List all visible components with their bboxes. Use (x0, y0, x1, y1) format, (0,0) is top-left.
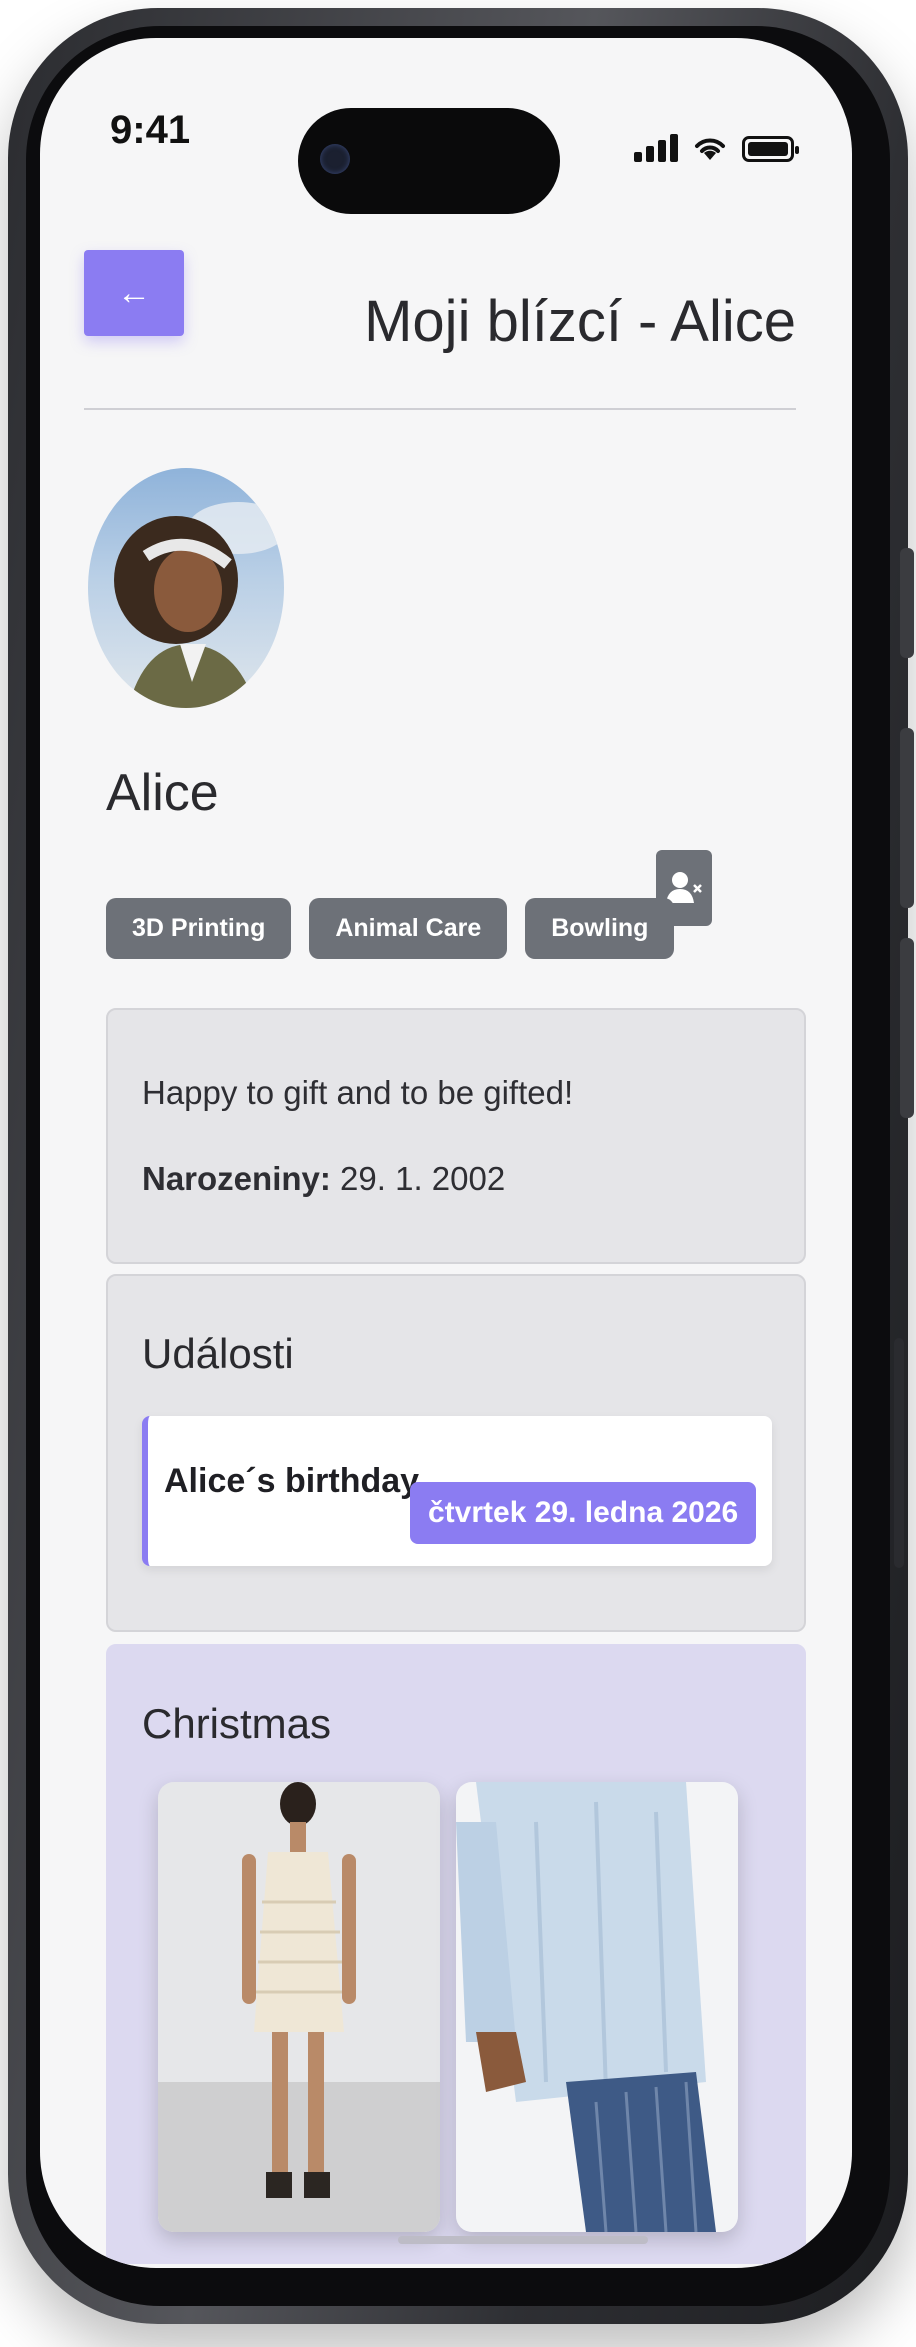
back-button[interactable]: ← (84, 250, 184, 336)
linen-shirt-photo (456, 1782, 738, 2232)
status-time: 9:41 (110, 108, 191, 152)
birthday-line: Narozeniny: 29. 1. 2002 (142, 1160, 505, 1198)
avatar (88, 468, 284, 708)
event-date-badge: čtvrtek 29. ledna 2026 (410, 1482, 757, 1544)
wishlist-card: Christmas (106, 1644, 806, 2264)
volume-up-button (900, 728, 914, 908)
gift-item-dress[interactable] (158, 1782, 440, 2232)
person-name: Alice (106, 764, 219, 822)
scroll-indicator (398, 2236, 648, 2244)
events-card: Události Alice´s birthday čtvrtek 29. le… (106, 1274, 806, 1632)
birthday-value: 29. 1. 2002 (340, 1160, 506, 1197)
dynamic-island (298, 108, 560, 214)
interest-tags: 3D Printing Animal Care Bowling (106, 898, 675, 959)
volume-down-button (900, 938, 914, 1118)
wishlist-heading: Christmas (142, 1700, 332, 1747)
tag-bowling[interactable]: Bowling (525, 898, 675, 959)
events-heading: Události (142, 1330, 294, 1377)
signal-icon (634, 134, 678, 162)
status-icons (634, 134, 799, 162)
battery-icon (742, 136, 799, 162)
avatar-photo (114, 502, 284, 708)
power-button (894, 1338, 904, 1568)
about-card: Happy to gift and to be gifted! Narozeni… (106, 1008, 806, 1264)
arrow-left-icon: ← (117, 273, 151, 312)
knit-dress-photo (158, 1782, 440, 2232)
page-title: Moji blízcí - Alice (364, 289, 796, 354)
event-item[interactable]: Alice´s birthday čtvrtek 29. ledna 2026 (142, 1416, 772, 1566)
wifi-icon (695, 138, 725, 160)
gift-item-shirt[interactable] (456, 1782, 738, 2232)
phone-frame: 9:41 ← Moji blízcí - Alice Alice 3D Prin… (8, 8, 914, 2324)
app-screen: 9:41 ← Moji blízcí - Alice Alice 3D Prin… (40, 38, 852, 2268)
action-button (900, 548, 914, 658)
bio-text: Happy to gift and to be gifted! (142, 1074, 574, 1111)
birthday-label: Narozeniny: (142, 1160, 331, 1197)
camera-icon (320, 144, 350, 174)
tag-animal-care[interactable]: Animal Care (309, 898, 508, 959)
header-divider (84, 408, 796, 410)
event-name: Alice´s birthday (164, 1462, 420, 1500)
tag-3d-printing[interactable]: 3D Printing (106, 898, 292, 959)
